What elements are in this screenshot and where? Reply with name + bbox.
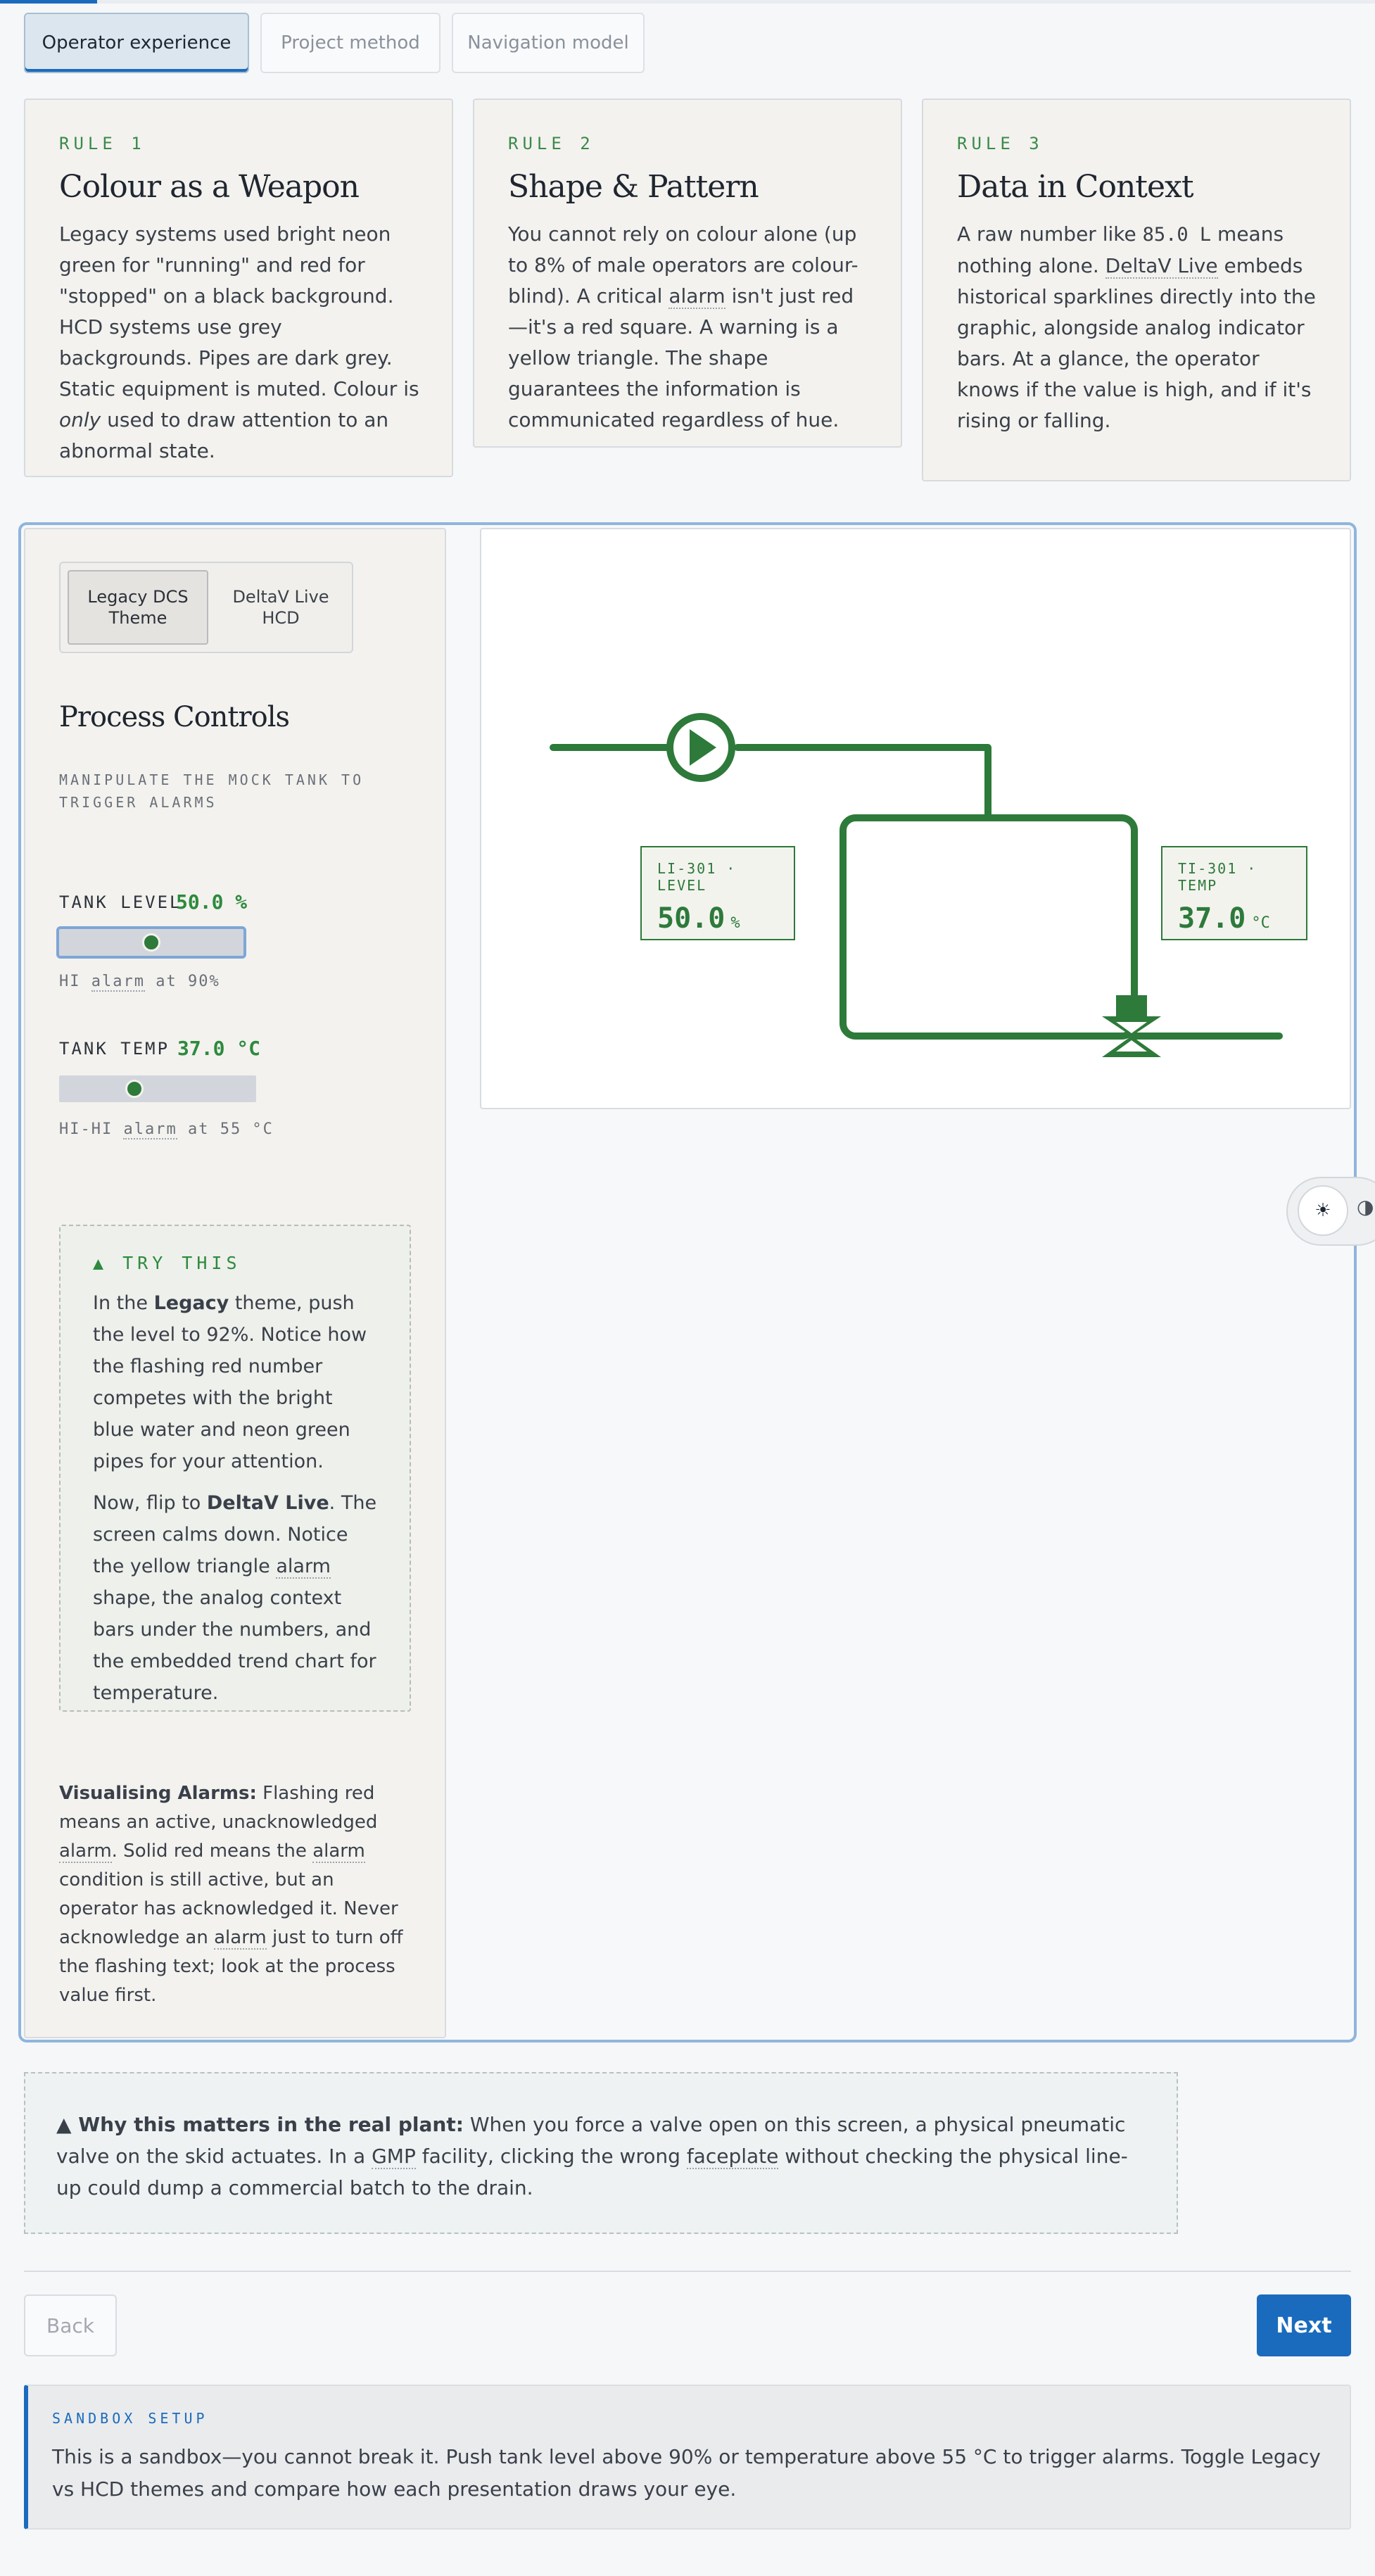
sandbox-setup-callout: SANDBOX SETUP This is a sandbox—you cann… <box>24 2385 1351 2530</box>
glossary-term[interactable]: alarm <box>214 1927 267 1950</box>
rule-title: Colour as a Weapon <box>59 169 360 205</box>
tank-level-slider[interactable] <box>56 926 246 959</box>
faceplate-tag: LI-301 · LEVEL <box>657 860 737 894</box>
try-this-paragraph: In the Legacy theme, push the level to 9… <box>93 1292 367 1472</box>
legacy-theme-button[interactable]: Legacy DCS Theme <box>68 570 208 645</box>
next-button[interactable]: Next <box>1257 2294 1351 2356</box>
theme-switch: Legacy DCS Theme DeltaV Live HCD <box>59 562 353 653</box>
rule-title: Shape & Pattern <box>508 169 759 205</box>
glossary-term[interactable]: DeltaV Live <box>1105 254 1218 279</box>
progress-fill <box>0 0 97 4</box>
glossary-term[interactable]: alarm <box>276 1555 331 1579</box>
tab-operator-experience[interactable]: Operator experience <box>24 13 249 73</box>
contrast-icon[interactable]: ◑ <box>1357 1195 1374 1218</box>
rule-kicker: RULE 1 <box>59 134 146 153</box>
rule-body: Legacy systems used bright neon green fo… <box>59 222 419 462</box>
rule-kicker: RULE 2 <box>508 134 595 153</box>
pid-graphic <box>550 713 1283 1057</box>
sandbox-setup-text: This is a sandbox—you cannot break it. P… <box>52 2445 1321 2501</box>
tank-temp-slider[interactable] <box>59 1075 256 1102</box>
try-this-heading: ▲ TRY THIS <box>93 1253 241 1273</box>
glossary-term[interactable]: alarm <box>91 973 145 992</box>
level-faceplate[interactable]: LI-301 · LEVEL 50.0% <box>640 846 795 940</box>
try-this-box: ▲ TRY THIS In the Legacy theme, push the… <box>59 1225 411 1712</box>
tab-project-method[interactable]: Project method <box>260 13 441 73</box>
rule-body: You cannot rely on colour alone (up to 8… <box>508 222 858 431</box>
tank-temp-value: 37.0 °C <box>177 1037 261 1060</box>
rule-card-1: RULE 1 Colour as a Weapon Legacy systems… <box>24 99 453 477</box>
tank-level-hint: HI alarm at 90% <box>59 973 220 992</box>
glossary-term[interactable]: faceplate <box>686 2145 779 2169</box>
tank-level-label: TANK LEVEL <box>59 892 182 912</box>
why-this-matters-box: ▲ Why this matters in the real plant: Wh… <box>24 2072 1178 2234</box>
back-button[interactable]: Back <box>24 2294 117 2356</box>
faceplate-tag: TI-301 · TEMP <box>1178 860 1257 894</box>
pid-canvas: LI-301 · LEVEL 50.0% TI-301 · TEMP 37.0 °… <box>480 528 1351 1109</box>
display-mode-toggle[interactable]: ☀ ◑ <box>1286 1177 1375 1246</box>
sandbox-setup-kicker: SANDBOX SETUP <box>52 2410 208 2427</box>
slider-thumb[interactable] <box>142 933 160 952</box>
pump-icon[interactable] <box>666 713 735 782</box>
tank-level-value: 50.0 % <box>176 890 248 914</box>
rule-body: A raw number like 85.0 L means nothing a… <box>957 222 1316 432</box>
rule-card-3: RULE 3 Data in Context A raw number like… <box>922 99 1351 481</box>
tank-temp-label: TANK TEMP <box>59 1039 170 1059</box>
hcd-theme-button[interactable]: DeltaV Live HCD <box>213 570 349 645</box>
rule-kicker: RULE 3 <box>957 134 1044 153</box>
sun-icon[interactable]: ☀ <box>1298 1185 1348 1236</box>
tank-temp-hint: HI-HI alarm at 55 °C <box>59 1120 274 1139</box>
glossary-term[interactable]: alarm <box>669 284 725 309</box>
process-controls-subtitle: MANIPULATE THE MOCK TANK TO TRIGGER ALAR… <box>59 771 365 811</box>
progress-track <box>0 0 1375 4</box>
visualising-alarms-note: Visualising Alarms: Flashing red means a… <box>59 1783 403 2006</box>
glossary-term[interactable]: alarm <box>59 1841 112 1863</box>
valve-icon[interactable] <box>1102 995 1161 1057</box>
rule-title: Data in Context <box>957 169 1194 205</box>
temp-faceplate[interactable]: TI-301 · TEMP 37.0 °C <box>1161 846 1307 940</box>
divider <box>24 2271 1351 2272</box>
slider-thumb[interactable] <box>125 1080 144 1098</box>
pipe-feed <box>734 744 991 818</box>
try-this-paragraph: Now, flip to DeltaV Live. The screen cal… <box>93 1492 377 1704</box>
tank-vessel <box>839 814 1138 1040</box>
rule-card-2: RULE 2 Shape & Pattern You cannot rely o… <box>473 99 902 448</box>
faceplate-value: 50.0% <box>657 902 740 935</box>
glossary-term[interactable]: alarm <box>123 1120 177 1139</box>
tab-navigation-model[interactable]: Navigation model <box>452 13 645 73</box>
glossary-term[interactable]: GMP <box>372 2145 416 2169</box>
glossary-term[interactable]: alarm <box>312 1841 365 1863</box>
process-controls-title: Process Controls <box>59 701 290 733</box>
faceplate-value: 37.0 °C <box>1178 902 1270 935</box>
